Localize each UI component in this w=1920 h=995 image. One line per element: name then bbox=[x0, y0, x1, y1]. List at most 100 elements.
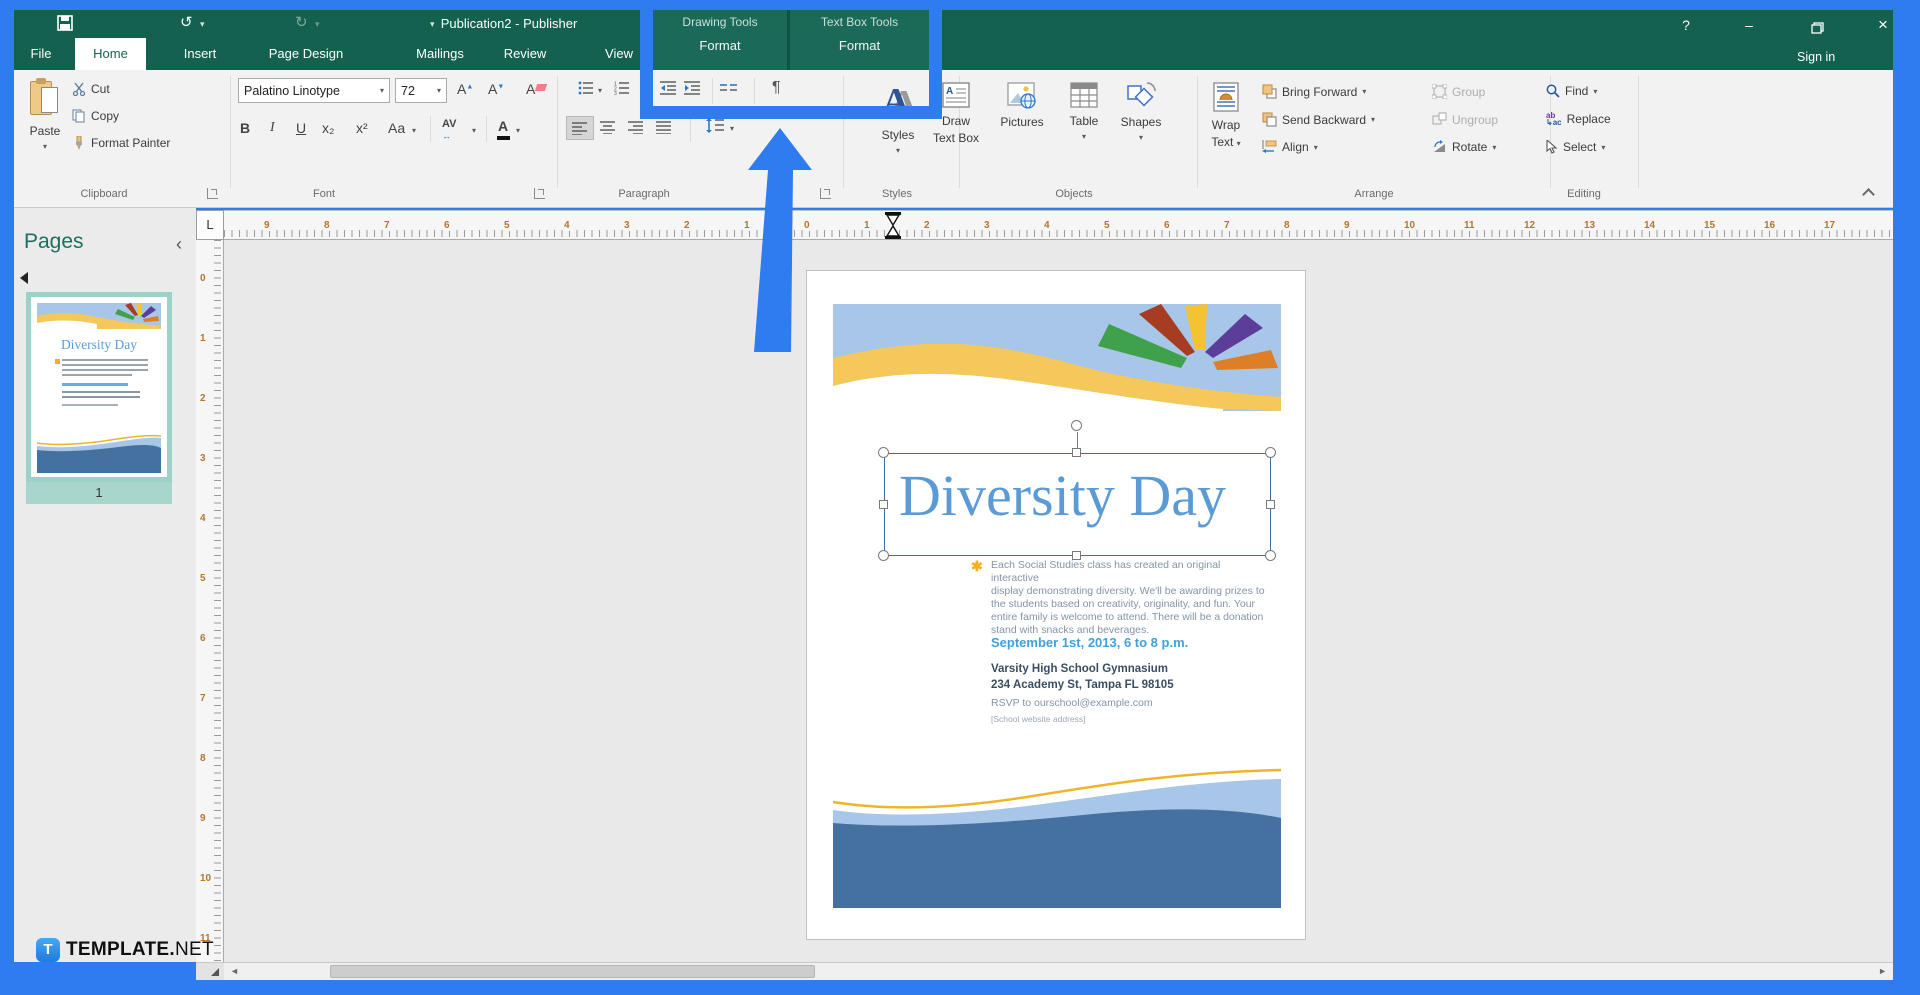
website-placeholder-line[interactable]: [School website address] bbox=[991, 714, 1086, 724]
group-button[interactable]: Group bbox=[1432, 84, 1485, 99]
restore-button[interactable] bbox=[1800, 18, 1834, 40]
h-ruler-number: 6 bbox=[1163, 220, 1171, 231]
tab-page-design[interactable]: Page Design bbox=[242, 38, 370, 70]
thumb-bottom-wave bbox=[37, 433, 161, 473]
subscript-button[interactable]: x₂ bbox=[322, 120, 334, 136]
page-thumbnail[interactable]: Diversity Day bbox=[26, 292, 172, 482]
format-painter-button[interactable]: Format Painter bbox=[72, 136, 170, 150]
superscript-button[interactable]: x² bbox=[356, 120, 368, 136]
tab-mailings[interactable]: Mailings bbox=[406, 38, 474, 70]
table-button[interactable]: Table ▾ bbox=[1059, 82, 1109, 142]
italic-button[interactable]: I bbox=[270, 120, 275, 136]
change-case-button[interactable]: Aa bbox=[388, 120, 405, 136]
paragraph-group-label: Paragraph bbox=[584, 188, 704, 200]
select-button[interactable]: Select ▾ bbox=[1546, 140, 1605, 154]
cut-label: Cut bbox=[91, 82, 110, 96]
publication-page[interactable]: Diversity Day ✱ Each Social Studies clas… bbox=[806, 270, 1306, 940]
font-dialog-launcher[interactable] bbox=[534, 188, 545, 199]
tab-file[interactable]: File bbox=[18, 38, 64, 70]
title-text-box[interactable]: Diversity Day bbox=[884, 453, 1271, 556]
redo-caret-icon[interactable]: ▾ bbox=[315, 19, 320, 30]
align-center-button[interactable] bbox=[600, 121, 616, 139]
shrink-font-button[interactable]: A▼ bbox=[488, 81, 504, 97]
align-objects-button[interactable]: Align ▾ bbox=[1262, 140, 1318, 154]
tab-insert[interactable]: Insert bbox=[174, 38, 226, 70]
paste-button[interactable]: Paste ▾ bbox=[22, 78, 68, 152]
undo-button[interactable]: ↺ bbox=[180, 14, 193, 32]
resize-handle-n[interactable] bbox=[1072, 448, 1081, 457]
rotate-label: Rotate bbox=[1452, 140, 1487, 154]
line-spacing-button[interactable] bbox=[706, 118, 724, 138]
underline-button[interactable]: U bbox=[296, 120, 306, 136]
close-button[interactable]: × bbox=[1866, 14, 1900, 36]
horizontal-scrollbar[interactable]: ◄ ► bbox=[224, 962, 1893, 980]
resize-handle-ne[interactable] bbox=[1265, 447, 1276, 458]
ruler-origin-box[interactable]: L bbox=[196, 210, 224, 240]
pictures-button[interactable]: Pictures bbox=[993, 82, 1051, 129]
panel-expand-icon[interactable] bbox=[20, 272, 28, 284]
shapes-button[interactable]: Shapes ▾ bbox=[1114, 82, 1168, 143]
h-ruler-number: 15 bbox=[1703, 220, 1716, 231]
bullets-button[interactable] bbox=[578, 81, 594, 100]
minimize-button[interactable]: – bbox=[1732, 14, 1766, 36]
find-button[interactable]: Find ▾ bbox=[1546, 84, 1597, 98]
grow-font-button[interactable]: A▲ bbox=[457, 81, 473, 97]
scroll-right-icon[interactable]: ► bbox=[1878, 966, 1887, 976]
scroll-corner[interactable] bbox=[196, 962, 224, 980]
objects-group-label: Objects bbox=[1014, 188, 1134, 200]
document-title[interactable]: Diversity Day bbox=[899, 462, 1226, 529]
banner-artwork[interactable] bbox=[833, 304, 1281, 411]
character-spacing-button[interactable]: AV↔ bbox=[442, 118, 456, 142]
send-backward-button[interactable]: Send Backward ▾ bbox=[1262, 112, 1375, 127]
collapse-ribbon-button[interactable] bbox=[1862, 188, 1875, 201]
tab-review[interactable]: Review bbox=[492, 38, 558, 70]
clipboard-dialog-launcher[interactable] bbox=[207, 188, 218, 199]
v-ruler-number: 4 bbox=[199, 513, 207, 524]
undo-caret-icon[interactable]: ▾ bbox=[200, 19, 205, 30]
cut-button[interactable]: Cut bbox=[72, 82, 110, 96]
resize-handle-w[interactable] bbox=[879, 500, 888, 509]
bold-button[interactable]: B bbox=[240, 120, 250, 136]
font-color-button[interactable]: A bbox=[498, 118, 508, 134]
rsvp-line[interactable]: RSVP to ourschool@example.com bbox=[991, 697, 1153, 709]
venue-line-1[interactable]: Varsity High School Gymnasium bbox=[991, 661, 1168, 677]
ungroup-button[interactable]: Ungroup bbox=[1432, 112, 1498, 127]
arrange-group-label: Arrange bbox=[1314, 188, 1434, 200]
collapse-panel-icon[interactable]: ‹ bbox=[176, 234, 182, 255]
bring-forward-icon bbox=[1262, 84, 1277, 99]
horizontal-ruler[interactable]: 98765432101234567891011121314151617 bbox=[224, 210, 1893, 240]
redo-button[interactable]: ↻ bbox=[295, 14, 308, 32]
scrollbar-thumb[interactable] bbox=[330, 965, 815, 978]
numbering-button[interactable]: 123 bbox=[614, 81, 630, 100]
event-date-line[interactable]: September 1st, 2013, 6 to 8 p.m. bbox=[991, 635, 1188, 650]
scroll-left-icon[interactable]: ◄ bbox=[230, 966, 239, 976]
align-right-button[interactable] bbox=[628, 121, 644, 139]
venue-line-2[interactable]: 234 Academy St, Tampa FL 98105 bbox=[991, 677, 1174, 693]
resize-handle-nw[interactable] bbox=[878, 447, 889, 458]
font-name-combo[interactable]: Palatino Linotype▾ bbox=[238, 78, 390, 103]
body-paragraph[interactable]: Each Social Studies class has created an… bbox=[991, 559, 1271, 637]
tab-view[interactable]: View bbox=[592, 38, 646, 70]
workspace-canvas[interactable]: Diversity Day ✱ Each Social Studies clas… bbox=[224, 240, 1893, 962]
font-size-combo[interactable]: 72▾ bbox=[395, 78, 447, 103]
resize-handle-sw[interactable] bbox=[878, 550, 889, 561]
wrap-text-button[interactable]: Wrap Text ▾ bbox=[1203, 82, 1249, 149]
sign-in-link[interactable]: Sign in bbox=[1797, 50, 1835, 64]
rotate-button[interactable]: Rotate ▾ bbox=[1432, 140, 1496, 154]
thumb-page-number[interactable]: 1 bbox=[26, 482, 172, 504]
bring-forward-button[interactable]: Bring Forward ▾ bbox=[1262, 84, 1366, 99]
help-button[interactable]: ? bbox=[1669, 14, 1703, 36]
vertical-ruler[interactable]: 01234567891011 bbox=[196, 240, 224, 962]
rotation-handle[interactable] bbox=[1071, 420, 1082, 431]
tab-home[interactable]: Home bbox=[75, 38, 146, 70]
font-color-bar-icon bbox=[497, 136, 510, 140]
resize-handle-e[interactable] bbox=[1266, 500, 1275, 509]
justify-button[interactable] bbox=[656, 121, 672, 139]
align-left-button[interactable] bbox=[566, 116, 594, 140]
replace-button[interactable]: ab ↳ac Replace bbox=[1546, 112, 1611, 126]
copy-button[interactable]: Copy bbox=[72, 109, 119, 123]
clear-formatting-button[interactable]: A bbox=[526, 81, 535, 97]
h-ruler-number: 16 bbox=[1763, 220, 1776, 231]
save-icon[interactable] bbox=[57, 15, 73, 36]
footer-artwork[interactable] bbox=[833, 764, 1281, 908]
